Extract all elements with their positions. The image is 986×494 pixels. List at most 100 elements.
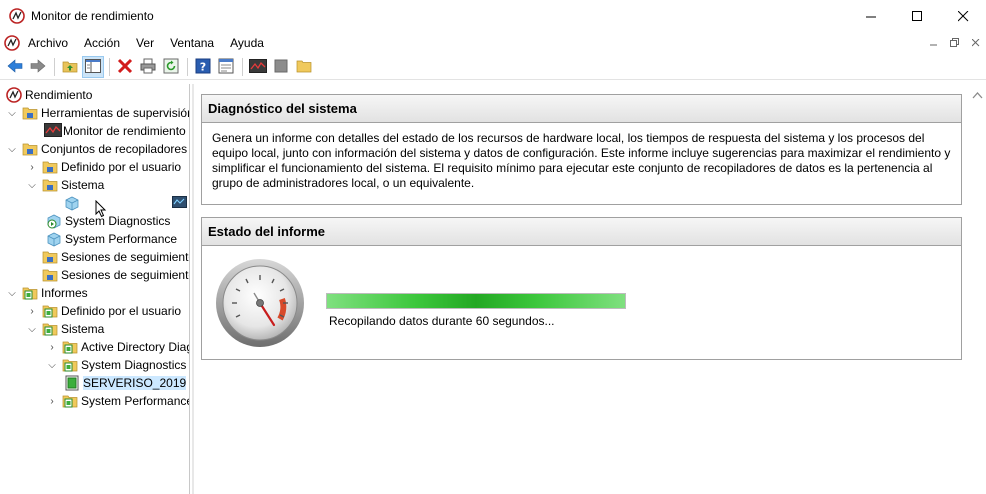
folder-icon <box>42 159 58 175</box>
start-icon <box>249 58 267 76</box>
minimize-button[interactable] <box>848 0 894 32</box>
tree-item[interactable]: Rendimiento <box>6 86 92 104</box>
up-level-button[interactable] <box>59 56 81 78</box>
perfmon-icon <box>6 87 22 103</box>
reports-folder-icon <box>62 339 78 355</box>
mouse-cursor-icon <box>95 199 107 221</box>
tree-item-label: Herramientas de supervisión <box>41 106 190 120</box>
forward-arrow-icon <box>30 58 46 76</box>
tree-item-label: System Performance <box>81 394 190 408</box>
scroll-up-icon[interactable] <box>972 90 983 101</box>
pane-splitter[interactable] <box>192 84 194 494</box>
tree-item[interactable]: ⌵ Conjuntos de recopiladores <box>6 140 187 158</box>
menu-archivo[interactable]: Archivo <box>28 36 68 50</box>
menu-bar: Archivo Acción Ver Ventana Ayuda <box>0 32 986 54</box>
window-title: Monitor de rendimiento <box>31 9 154 23</box>
chevron-right-icon[interactable]: › <box>26 158 38 176</box>
tree-item[interactable]: System Diagnostics <box>46 212 170 230</box>
stop-button[interactable] <box>270 56 292 78</box>
navigation-tree: Rendimiento ⌵ Herramientas de supervisión M… <box>0 84 190 494</box>
tree-item[interactable]: Sesiones de seguimiento <box>26 248 190 266</box>
report-status-panel: Estado del informe Recopilando datos dur… <box>201 217 962 360</box>
report-progress-bar <box>326 293 626 309</box>
toolbar-separator <box>54 58 55 76</box>
chevron-down-icon[interactable]: ⌵ <box>26 320 38 338</box>
close-button[interactable] <box>940 0 986 32</box>
folder-icon <box>22 105 38 121</box>
perfmon-app-icon <box>9 8 25 27</box>
reports-folder-icon <box>62 357 78 373</box>
reports-folder-icon <box>22 285 38 301</box>
print-button[interactable] <box>137 56 159 78</box>
tree-item[interactable]: Monitor de rendimiento <box>44 122 186 140</box>
tree-item[interactable]: ⌵ System Diagnostics <box>46 356 186 374</box>
start-button[interactable] <box>247 56 269 78</box>
tree-item-label: Definido por el usuario <box>61 160 182 174</box>
menu-ventana[interactable]: Ventana <box>170 36 214 50</box>
menu-ayuda[interactable]: Ayuda <box>230 36 264 50</box>
refresh-icon <box>163 58 179 77</box>
dataset-icon <box>46 231 62 247</box>
tree-item-label: Sesiones de seguimiento <box>61 250 190 264</box>
delete-button[interactable] <box>114 56 136 78</box>
content-pane: Diagnóstico del sistema Genera un inform… <box>195 84 986 494</box>
maximize-button[interactable] <box>894 0 940 32</box>
tree-item[interactable]: › Definido por el usuario <box>26 158 181 176</box>
diagnostic-panel: Diagnóstico del sistema Genera un inform… <box>201 94 962 205</box>
dataset-running-icon <box>46 213 62 229</box>
show-hide-tree-button[interactable] <box>82 56 104 78</box>
tree-item-label: SERVERISO_2019 <box>83 376 187 390</box>
properties-icon <box>218 58 234 77</box>
report-progress-fill <box>327 294 625 308</box>
menu-accion[interactable]: Acción <box>84 36 120 50</box>
mdi-close-button[interactable] <box>965 35 986 50</box>
new-folder-icon <box>296 59 312 76</box>
chevron-right-icon[interactable]: › <box>26 302 38 320</box>
tree-item[interactable]: › System Performance <box>46 392 190 410</box>
chevron-down-icon[interactable]: ⌵ <box>6 284 18 302</box>
tree-item[interactable]: ⌵ Sistema <box>26 320 104 338</box>
diagnostic-description: Genera un informe con detalles del estad… <box>212 131 951 190</box>
chevron-down-icon[interactable]: ⌵ <box>6 104 18 122</box>
chevron-down-icon[interactable]: ⌵ <box>46 356 58 374</box>
show-hide-tree-icon <box>85 58 101 76</box>
delete-icon <box>117 58 133 77</box>
report-status-text: Recopilando datos durante 60 segundos... <box>329 314 555 328</box>
tree-item-label: Rendimiento <box>25 88 93 102</box>
tree-item-label: Active Directory Diagnostics <box>81 340 189 354</box>
print-icon <box>140 58 156 77</box>
tree-item[interactable]: ⌵ Sistema <box>26 176 104 194</box>
tree-item[interactable] <box>64 194 83 212</box>
tree-item[interactable]: ⌵ Informes <box>6 284 88 302</box>
tree-item-label: Definido por el usuario <box>61 304 182 318</box>
refresh-button[interactable] <box>160 56 182 78</box>
tree-item[interactable]: › Active Directory Diagnostics <box>46 338 189 356</box>
tree-item[interactable]: ⌵ Herramientas de supervisión <box>6 104 190 122</box>
chevron-down-icon[interactable]: ⌵ <box>6 140 18 158</box>
chevron-right-icon[interactable]: › <box>46 338 58 356</box>
forward-button[interactable] <box>27 56 49 78</box>
menu-ver[interactable]: Ver <box>136 36 154 50</box>
tree-item[interactable]: SERVERISO_2019 <box>64 374 187 392</box>
chevron-right-icon[interactable]: › <box>46 392 58 410</box>
stop-icon <box>274 59 288 76</box>
back-button[interactable] <box>4 56 26 78</box>
help-button[interactable]: ? <box>192 56 214 78</box>
tree-item[interactable]: › Definido por el usuario <box>26 302 181 320</box>
mdi-restore-button[interactable] <box>944 35 965 50</box>
monitor-badge-icon <box>172 196 187 211</box>
tree-item-label: Sistema <box>61 178 105 192</box>
tree-item-label: System Diagnostics <box>65 214 171 228</box>
tree-item[interactable]: System Performance <box>46 230 177 248</box>
new-folder-button[interactable] <box>293 56 315 78</box>
tree-item[interactable]: Sesiones de seguimiento <box>26 266 189 284</box>
chevron-down-icon[interactable]: ⌵ <box>26 176 38 194</box>
mdi-minimize-button[interactable] <box>923 35 944 50</box>
tree-item-label: Informes <box>41 286 88 300</box>
perfmon-menu-icon[interactable] <box>4 35 20 54</box>
content-scrollbar[interactable] <box>969 84 986 494</box>
properties-button[interactable] <box>215 56 237 78</box>
folder-icon <box>42 177 58 193</box>
